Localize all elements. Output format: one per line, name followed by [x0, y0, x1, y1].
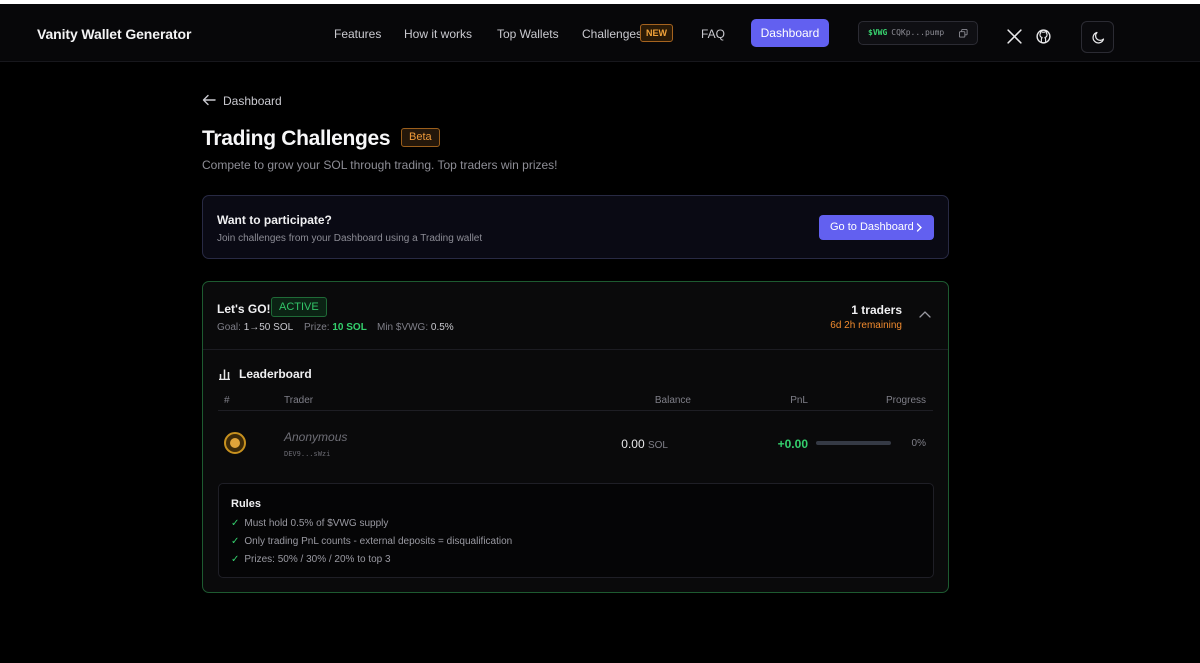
- challenge-name: Let's GO!: [217, 302, 271, 316]
- nav-link-how-it-works[interactable]: How it works: [404, 27, 472, 41]
- min-label: Min $VWG:: [377, 322, 429, 333]
- goal-value: 1→50 SOL: [243, 322, 294, 333]
- prize-value: 10 SOL: [332, 322, 367, 333]
- nav-link-faq[interactable]: FAQ: [701, 27, 725, 41]
- challenge-goal: Goal: 1→50 SOL: [217, 322, 293, 333]
- balance-value: 0.00: [621, 437, 645, 451]
- prize-label: Prize:: [304, 322, 330, 333]
- challenge-prize: Prize: 10 SOL: [304, 322, 367, 333]
- github-icon[interactable]: [1035, 28, 1052, 45]
- rule-item: ✓ Only trading PnL counts - external depo…: [231, 536, 513, 547]
- nav-link-features[interactable]: Features: [334, 27, 381, 41]
- rules-title: Rules: [231, 498, 261, 510]
- bar-chart-icon: [219, 369, 230, 380]
- pnl-value: +0.00: [777, 437, 808, 451]
- participate-subtitle: Join challenges from your Dashboard usin…: [217, 233, 483, 244]
- moon-icon: [1092, 31, 1105, 44]
- goal-label: Goal:: [217, 322, 241, 333]
- copy-icon[interactable]: [959, 29, 968, 38]
- token-symbol: $VWG: [868, 28, 888, 37]
- min-value: 0.5%: [430, 322, 454, 333]
- nav-link-challenges[interactable]: Challenges: [582, 27, 642, 41]
- challenge-min-hold: Min $VWG: 0.5%: [377, 322, 454, 333]
- chevron-right-icon: [916, 223, 922, 232]
- trader-name: Anonymous: [284, 430, 348, 444]
- column-header-progress: Progress: [885, 395, 926, 406]
- theme-toggle-button[interactable]: [1081, 21, 1114, 53]
- column-header-pnl: PnL: [790, 395, 808, 406]
- beta-badge: Beta: [401, 128, 440, 147]
- participate-card: Want to participate? Join challenges fro…: [202, 195, 949, 259]
- challenge-card: Let's GO! ACTIVE Goal: 1→50 SOL Prize: 1…: [202, 281, 949, 593]
- nav-link-top-wallets[interactable]: Top Wallets: [497, 27, 559, 41]
- column-header-trader: Trader: [284, 395, 314, 406]
- time-remaining: 6d 2h remaining: [830, 320, 902, 331]
- participate-title: Want to participate?: [217, 213, 332, 227]
- brand-logo[interactable]: Vanity Wallet Generator: [37, 26, 191, 42]
- trader-address: DEV9...sWzi: [284, 450, 331, 458]
- progress-percent: 0%: [911, 438, 926, 449]
- arrow-left-icon[interactable]: [202, 94, 216, 106]
- balance-unit: SOL: [647, 440, 668, 451]
- rule-item: ✓ Prizes: 50% / 30% / 20% to top 3: [231, 554, 391, 565]
- column-header-rank: #: [224, 395, 230, 406]
- dashboard-button[interactable]: Dashboard: [751, 19, 829, 47]
- check-icon: ✓: [231, 554, 240, 565]
- back-to-dashboard-link[interactable]: Dashboard: [223, 94, 282, 108]
- challenge-header[interactable]: Let's GO! ACTIVE Goal: 1→50 SOL Prize: 1…: [203, 282, 948, 350]
- rule-item: ✓ Must hold 0.5% of $VWG supply: [231, 518, 389, 529]
- page-subtitle: Compete to grow your SOL through trading…: [202, 158, 558, 172]
- page-title: Trading Challenges: [202, 127, 391, 150]
- go-to-dashboard-label: Go to Dashboard: [830, 221, 914, 233]
- token-address-pill[interactable]: $VWG CQKp...pump: [858, 21, 978, 45]
- go-to-dashboard-button[interactable]: Go to Dashboard: [819, 215, 934, 240]
- status-badge: ACTIVE: [271, 297, 327, 317]
- rules-box: Rules ✓ Must hold 0.5% of $VWG supply ✓ On…: [218, 483, 934, 578]
- check-icon: ✓: [231, 518, 240, 529]
- medal-icon: [224, 432, 246, 454]
- new-badge: NEW: [640, 24, 673, 42]
- x-twitter-icon[interactable]: [1006, 28, 1023, 45]
- leaderboard-title: Leaderboard: [239, 367, 312, 381]
- column-header-balance: Balance: [654, 395, 691, 406]
- traders-count: 1 traders: [851, 303, 902, 317]
- chevron-up-icon[interactable]: [919, 310, 931, 318]
- check-icon: ✓: [231, 536, 240, 547]
- balance-cell: 0.00 SOL: [621, 437, 668, 451]
- navbar: Vanity Wallet Generator Features How it …: [0, 4, 1200, 62]
- table-header-divider: [218, 410, 933, 411]
- token-address: CQKp...pump: [891, 28, 945, 37]
- progress-bar: [816, 441, 891, 445]
